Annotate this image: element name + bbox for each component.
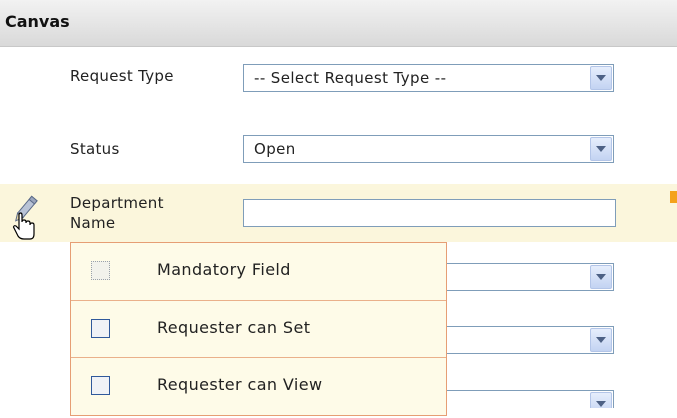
request-type-select[interactable]: -- Select Request Type --: [243, 64, 614, 92]
chevron-down-icon[interactable]: [590, 265, 612, 289]
department-name-input[interactable]: [243, 199, 616, 227]
status-value: Open: [254, 140, 296, 158]
chevron-down-icon[interactable]: [590, 137, 612, 161]
requester-can-view-checkbox[interactable]: [91, 376, 110, 395]
requester-can-view-label: Requester can View: [157, 375, 323, 394]
requester-can-set-checkbox[interactable]: [91, 319, 110, 338]
chevron-down-icon[interactable]: [590, 328, 612, 352]
requester-can-set-label: Requester can Set: [157, 318, 311, 337]
request-type-label: Request Type: [70, 67, 174, 85]
status-label: Status: [70, 140, 120, 158]
canvas-title: Canvas: [5, 12, 70, 31]
popup-item-requester-can-set[interactable]: Requester can Set: [71, 300, 446, 357]
status-select[interactable]: Open: [243, 135, 614, 163]
field-marker: [670, 191, 677, 203]
popup-item-mandatory-field[interactable]: Mandatory Field: [71, 243, 446, 300]
popup-item-requester-can-view[interactable]: Requester can View: [71, 357, 446, 414]
chevron-down-icon[interactable]: [590, 66, 612, 90]
field-options-popup: Mandatory Field Requester can Set Reques…: [70, 242, 447, 416]
department-label: Department Name: [70, 193, 164, 233]
department-label-line2: Name: [70, 214, 116, 232]
mandatory-field-label: Mandatory Field: [157, 260, 291, 279]
canvas-header: Canvas: [0, 0, 677, 47]
request-type-value: -- Select Request Type --: [254, 69, 447, 87]
pencil-edit-icon[interactable]: [8, 193, 42, 241]
mandatory-field-checkbox: [91, 261, 110, 280]
department-label-line1: Department: [70, 194, 164, 212]
